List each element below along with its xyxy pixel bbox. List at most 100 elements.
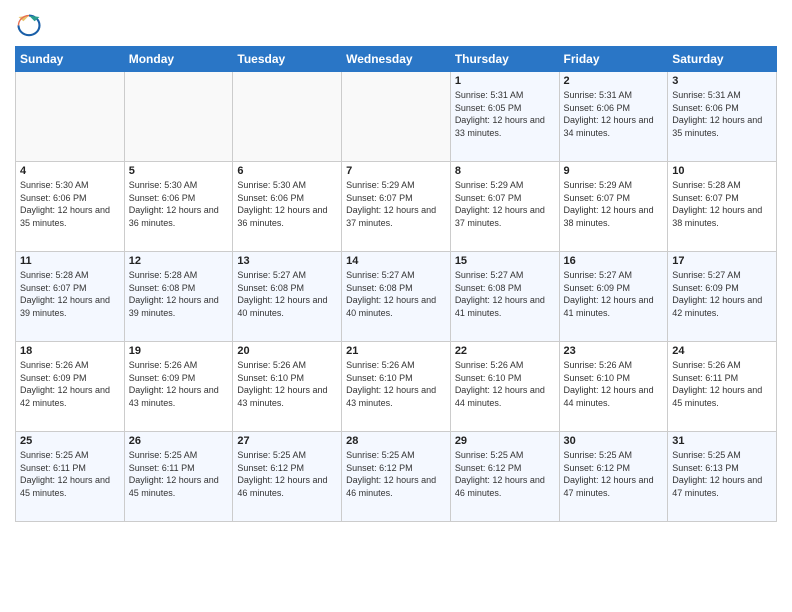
day-number: 7	[346, 165, 446, 177]
day-info: Sunrise: 5:28 AMSunset: 6:08 PMDaylight:…	[129, 269, 229, 319]
day-header-sunday: Sunday	[16, 47, 125, 72]
day-cell: 29 Sunrise: 5:25 AMSunset: 6:12 PMDayligh…	[450, 432, 559, 522]
week-row-3: 11Sunrise: 5:28 AMSunset: 6:07 PMDayligh…	[16, 252, 777, 342]
day-number: 30	[564, 435, 664, 447]
day-number: 22	[455, 345, 555, 357]
week-row-1: 1Sunrise: 5:31 AMSunset: 6:05 PMDaylight…	[16, 72, 777, 162]
day-number: 21	[346, 345, 446, 357]
calendar-header: SundayMondayTuesdayWednesdayThursdayFrid…	[16, 47, 777, 72]
day-cell: 27 Sunrise: 5:25 AMSunset: 6:12 PMDayligh…	[233, 432, 342, 522]
day-number: 2	[564, 75, 664, 87]
day-info: Sunrise: 5:26 AMSunset: 6:10 PMDaylight:…	[346, 359, 446, 409]
day-info: Sunrise: 5:27 AMSunset: 6:08 PMDaylight:…	[455, 269, 555, 319]
day-info: Sunrise: 5:28 AMSunset: 6:07 PMDaylight:…	[20, 269, 120, 319]
day-number: 24	[672, 345, 772, 357]
day-info: Sunrise: 5:31 AMSunset: 6:06 PMDaylight:…	[672, 89, 772, 139]
day-info: Sunrise: 5:25 AMSunset: 6:13 PMDaylight:…	[672, 449, 772, 499]
day-header-friday: Friday	[559, 47, 668, 72]
day-info: Sunrise: 5:27 AMSunset: 6:09 PMDaylight:…	[564, 269, 664, 319]
day-number: 5	[129, 165, 229, 177]
day-cell: 12 Sunrise: 5:28 AMSunset: 6:08 PMDayligh…	[124, 252, 233, 342]
day-number: 28	[346, 435, 446, 447]
day-info: Sunrise: 5:26 AMSunset: 6:10 PMDaylight:…	[237, 359, 337, 409]
day-header-wednesday: Wednesday	[342, 47, 451, 72]
day-cell: 19Sunrise: 5:26 AMSunset: 6:09 PMDayligh…	[124, 342, 233, 432]
day-number: 3	[672, 75, 772, 87]
day-cell: 11Sunrise: 5:28 AMSunset: 6:07 PMDayligh…	[16, 252, 125, 342]
day-cell	[342, 72, 451, 162]
day-number: 31	[672, 435, 772, 447]
day-cell: 22 Sunrise: 5:26 AMSunset: 6:10 PMDayligh…	[450, 342, 559, 432]
day-info: Sunrise: 5:31 AMSunset: 6:05 PMDaylight:…	[455, 89, 555, 139]
day-cell: 9Sunrise: 5:29 AMSunset: 6:07 PMDaylight…	[559, 162, 668, 252]
calendar-table: SundayMondayTuesdayWednesdayThursdayFrid…	[15, 46, 777, 522]
day-cell: 17 Sunrise: 5:27 AMSunset: 6:09 PMDayligh…	[668, 252, 777, 342]
day-info: Sunrise: 5:26 AMSunset: 6:11 PMDaylight:…	[672, 359, 772, 409]
day-cell: 13Sunrise: 5:27 AMSunset: 6:08 PMDayligh…	[233, 252, 342, 342]
day-info: Sunrise: 5:30 AMSunset: 6:06 PMDaylight:…	[20, 179, 120, 229]
day-cell: 18 Sunrise: 5:26 AMSunset: 6:09 PMDayligh…	[16, 342, 125, 432]
day-header-monday: Monday	[124, 47, 233, 72]
day-info: Sunrise: 5:27 AMSunset: 6:09 PMDaylight:…	[672, 269, 772, 319]
day-number: 6	[237, 165, 337, 177]
day-info: Sunrise: 5:25 AMSunset: 6:11 PMDaylight:…	[20, 449, 120, 499]
day-cell: 10Sunrise: 5:28 AMSunset: 6:07 PMDayligh…	[668, 162, 777, 252]
day-cell: 15 Sunrise: 5:27 AMSunset: 6:08 PMDayligh…	[450, 252, 559, 342]
day-number: 26	[129, 435, 229, 447]
logo	[15, 10, 47, 38]
day-cell	[16, 72, 125, 162]
day-info: Sunrise: 5:25 AMSunset: 6:11 PMDaylight:…	[129, 449, 229, 499]
day-info: Sunrise: 5:26 AMSunset: 6:09 PMDaylight:…	[20, 359, 120, 409]
day-info: Sunrise: 5:26 AMSunset: 6:10 PMDaylight:…	[455, 359, 555, 409]
day-cell: 6 Sunrise: 5:30 AMSunset: 6:06 PMDaylight…	[233, 162, 342, 252]
day-cell: 25 Sunrise: 5:25 AMSunset: 6:11 PMDayligh…	[16, 432, 125, 522]
day-number: 20	[237, 345, 337, 357]
day-number: 23	[564, 345, 664, 357]
day-cell: 30 Sunrise: 5:25 AMSunset: 6:12 PMDayligh…	[559, 432, 668, 522]
day-number: 4	[20, 165, 120, 177]
day-number: 13	[237, 255, 337, 267]
day-cell: 20 Sunrise: 5:26 AMSunset: 6:10 PMDayligh…	[233, 342, 342, 432]
header-row: SundayMondayTuesdayWednesdayThursdayFrid…	[16, 47, 777, 72]
day-cell: 4 Sunrise: 5:30 AMSunset: 6:06 PMDaylight…	[16, 162, 125, 252]
week-row-5: 25 Sunrise: 5:25 AMSunset: 6:11 PMDayligh…	[16, 432, 777, 522]
day-number: 14	[346, 255, 446, 267]
day-number: 27	[237, 435, 337, 447]
day-cell: 2 Sunrise: 5:31 AMSunset: 6:06 PMDaylight…	[559, 72, 668, 162]
calendar-page: SundayMondayTuesdayWednesdayThursdayFrid…	[0, 0, 792, 612]
header	[15, 10, 777, 38]
day-info: Sunrise: 5:29 AMSunset: 6:07 PMDaylight:…	[455, 179, 555, 229]
day-info: Sunrise: 5:25 AMSunset: 6:12 PMDaylight:…	[237, 449, 337, 499]
day-info: Sunrise: 5:26 AMSunset: 6:10 PMDaylight:…	[564, 359, 664, 409]
day-number: 25	[20, 435, 120, 447]
day-number: 9	[564, 165, 664, 177]
day-cell	[233, 72, 342, 162]
day-cell: 31 Sunrise: 5:25 AMSunset: 6:13 PMDayligh…	[668, 432, 777, 522]
day-number: 29	[455, 435, 555, 447]
day-info: Sunrise: 5:26 AMSunset: 6:09 PMDaylight:…	[129, 359, 229, 409]
day-info: Sunrise: 5:31 AMSunset: 6:06 PMDaylight:…	[564, 89, 664, 139]
day-info: Sunrise: 5:28 AMSunset: 6:07 PMDaylight:…	[672, 179, 772, 229]
day-info: Sunrise: 5:25 AMSunset: 6:12 PMDaylight:…	[564, 449, 664, 499]
day-cell: 1Sunrise: 5:31 AMSunset: 6:05 PMDaylight…	[450, 72, 559, 162]
day-cell: 21 Sunrise: 5:26 AMSunset: 6:10 PMDayligh…	[342, 342, 451, 432]
day-info: Sunrise: 5:25 AMSunset: 6:12 PMDaylight:…	[455, 449, 555, 499]
day-info: Sunrise: 5:30 AMSunset: 6:06 PMDaylight:…	[129, 179, 229, 229]
day-cell	[124, 72, 233, 162]
week-row-2: 4 Sunrise: 5:30 AMSunset: 6:06 PMDaylight…	[16, 162, 777, 252]
day-header-thursday: Thursday	[450, 47, 559, 72]
day-number: 15	[455, 255, 555, 267]
day-cell: 5 Sunrise: 5:30 AMSunset: 6:06 PMDaylight…	[124, 162, 233, 252]
day-cell: 23 Sunrise: 5:26 AMSunset: 6:10 PMDayligh…	[559, 342, 668, 432]
day-cell: 3 Sunrise: 5:31 AMSunset: 6:06 PMDaylight…	[668, 72, 777, 162]
day-cell: 28Sunrise: 5:25 AMSunset: 6:12 PMDayligh…	[342, 432, 451, 522]
day-header-saturday: Saturday	[668, 47, 777, 72]
day-number: 17	[672, 255, 772, 267]
day-info: Sunrise: 5:29 AMSunset: 6:07 PMDaylight:…	[346, 179, 446, 229]
day-number: 18	[20, 345, 120, 357]
day-header-tuesday: Tuesday	[233, 47, 342, 72]
day-cell: 26 Sunrise: 5:25 AMSunset: 6:11 PMDayligh…	[124, 432, 233, 522]
day-info: Sunrise: 5:30 AMSunset: 6:06 PMDaylight:…	[237, 179, 337, 229]
logo-icon	[15, 10, 43, 38]
day-number: 12	[129, 255, 229, 267]
